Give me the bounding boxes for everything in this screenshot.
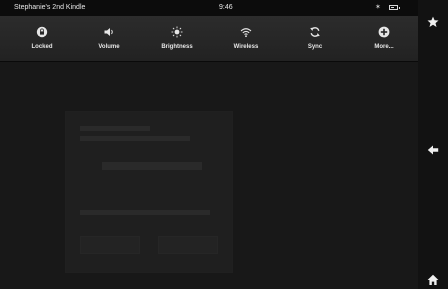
more-icon xyxy=(378,26,390,38)
dimmed-button xyxy=(158,236,218,254)
dimmed-text-line xyxy=(80,136,190,141)
volume-icon xyxy=(104,28,113,36)
quick-setting-label: More... xyxy=(374,44,394,50)
home-icon[interactable] xyxy=(427,274,439,286)
battery-icon xyxy=(389,5,400,10)
quick-setting-brightness[interactable]: Brightness xyxy=(147,16,207,61)
quick-setting-wireless[interactable]: Wireless xyxy=(216,16,276,61)
quick-setting-sync[interactable]: Sync xyxy=(285,16,345,61)
sync-icon xyxy=(310,27,320,37)
kindle-screen: Stephanie's 2nd Kindle 9:46 ✶ Locked Vol… xyxy=(0,0,448,289)
brightness-icon xyxy=(171,26,183,38)
side-navigation-bar xyxy=(418,0,448,289)
quick-setting-more[interactable]: More... xyxy=(354,16,414,61)
quick-setting-label: Wireless xyxy=(233,44,259,50)
quick-setting-locked[interactable]: Locked xyxy=(12,16,72,61)
dimmed-button xyxy=(80,236,140,254)
quick-setting-label: Brightness xyxy=(161,44,193,50)
back-icon[interactable] xyxy=(427,144,439,156)
dimmed-background-dialog xyxy=(66,112,232,272)
wireless-icon xyxy=(240,28,252,38)
bluetooth-icon: ✶ xyxy=(375,4,381,11)
quick-settings-bar: Locked Volume Brightness Wireless Sync M… xyxy=(0,16,418,62)
dimmed-text-line xyxy=(102,162,202,170)
star-icon[interactable] xyxy=(427,16,439,28)
quick-setting-label: Sync xyxy=(307,44,323,50)
quick-setting-volume[interactable]: Volume xyxy=(79,16,139,61)
quick-setting-label: Locked xyxy=(31,44,53,50)
dimmed-text-line xyxy=(80,210,210,215)
status-bar: Stephanie's 2nd Kindle 9:46 ✶ xyxy=(0,0,418,16)
quick-setting-label: Volume xyxy=(98,44,120,50)
lock-rotation-icon xyxy=(36,26,48,38)
battery-fill xyxy=(391,7,394,8)
clock: 9:46 xyxy=(219,4,233,11)
device-name: Stephanie's 2nd Kindle xyxy=(14,4,86,11)
dimmed-text-line xyxy=(80,126,150,131)
